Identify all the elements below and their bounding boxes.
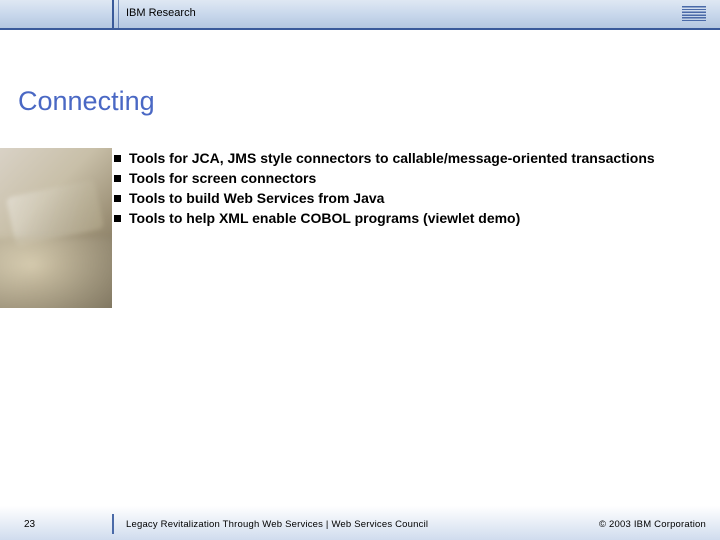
list-item: Tools for JCA, JMS style connectors to c… [114,149,704,168]
header-divider-thin [118,0,119,28]
copyright: © 2003 IBM Corporation [599,519,706,530]
list-item: Tools for screen connectors [114,169,704,188]
brand-label: IBM Research [126,7,196,19]
slide-title: Connecting [18,86,155,117]
ibm-logo-icon [682,6,706,21]
bullet-icon [114,155,121,162]
bullet-text: Tools for JCA, JMS style connectors to c… [129,149,655,168]
bullet-text: Tools to build Web Services from Java [129,189,384,208]
footer-divider [112,514,114,534]
bullet-icon [114,195,121,202]
footer-text: Legacy Revitalization Through Web Servic… [126,519,428,530]
bullet-text: Tools for screen connectors [129,169,316,188]
list-item: Tools to help XML enable COBOL programs … [114,209,704,228]
header-bar [0,0,720,28]
page-number: 23 [24,519,35,530]
slide: IBM Research Connecting Tools for JCA, J… [0,0,720,540]
list-item: Tools to build Web Services from Java [114,189,704,208]
bullet-text: Tools to help XML enable COBOL programs … [129,209,520,228]
bullet-list: Tools for JCA, JMS style connectors to c… [114,149,704,229]
decorative-photo [0,148,112,308]
bullet-icon [114,175,121,182]
header-underline [0,28,720,30]
header-divider [112,0,114,28]
bullet-icon [114,215,121,222]
